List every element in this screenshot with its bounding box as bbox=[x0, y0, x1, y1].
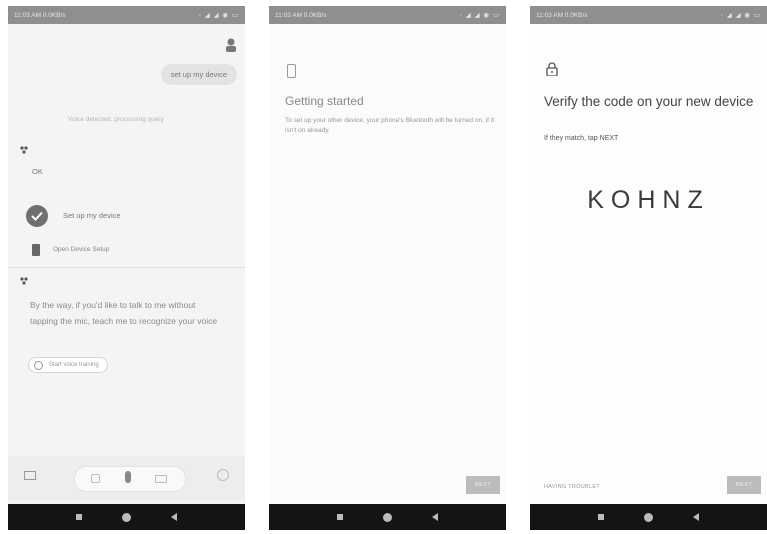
page-title: Getting started bbox=[285, 94, 364, 108]
keyboard-icon[interactable] bbox=[155, 475, 167, 483]
recents-button[interactable] bbox=[76, 514, 82, 520]
home-button[interactable] bbox=[383, 512, 392, 522]
start-voice-training-chip[interactable]: Start voice training bbox=[28, 357, 108, 373]
camera-icon[interactable] bbox=[91, 474, 100, 483]
verification-code: KOHNZ bbox=[587, 186, 710, 214]
page-subtitle: If they match, tap NEXT bbox=[544, 135, 619, 142]
back-button[interactable] bbox=[693, 513, 699, 521]
having-trouble-link[interactable]: HAVING TROUBLE? bbox=[544, 484, 600, 490]
open-device-setup-link[interactable]: Open Device Setup bbox=[53, 246, 109, 253]
nav-bar bbox=[269, 504, 506, 530]
divider bbox=[8, 267, 245, 268]
status-bar: 11:03 AM 0.0KB/s ◦ ◢ ◢ ◉ ▭ bbox=[530, 6, 767, 24]
back-button[interactable] bbox=[171, 513, 177, 521]
phone-screen-assistant: 11:03 AM 0.0KB/s ◦ ◢ ◢ ◉ ▭ set up my dev… bbox=[8, 6, 245, 530]
home-button[interactable] bbox=[122, 512, 131, 522]
lock-icon bbox=[546, 62, 558, 76]
status-bar: 11:03 AM 0.0KB/s ◦ ◢ ◢ ◉ ▭ bbox=[8, 6, 245, 24]
status-bar: 11:03 AM 0.0KB/s ◦ ◢ ◢ ◉ ▭ bbox=[269, 6, 506, 24]
status-icons: ◦ ◢ ◢ ◉ ▭ bbox=[720, 12, 761, 19]
voice-icon bbox=[34, 361, 43, 370]
phone-icon bbox=[32, 244, 40, 256]
status-time: 11:03 AM 0.0KB/s bbox=[275, 11, 327, 19]
input-pill bbox=[74, 466, 186, 492]
chip-label: Start voice training bbox=[49, 362, 99, 368]
status-time: 11:03 AM 0.0KB/s bbox=[14, 11, 66, 19]
recents-button[interactable] bbox=[598, 514, 604, 520]
keyboard-icon[interactable] bbox=[24, 471, 36, 480]
processing-note: Voice detected, processing query bbox=[68, 116, 164, 123]
next-button[interactable]: NEXT bbox=[727, 476, 761, 494]
phone-icon bbox=[287, 64, 296, 78]
status-icons: ◦ ◢ ◢ ◉ ▭ bbox=[198, 12, 239, 19]
assistant-voice-message: By the way, if you'd like to talk to me … bbox=[30, 300, 218, 326]
phone-screen-verify-code: 11:03 AM 0.0KB/s ◦ ◢ ◢ ◉ ▭ Verify the co… bbox=[530, 6, 767, 530]
check-icon bbox=[26, 205, 48, 227]
user-avatar-icon bbox=[226, 38, 236, 52]
setup-card-title: Set up my device bbox=[63, 211, 121, 220]
mic-icon[interactable] bbox=[125, 471, 131, 483]
page-title: Verify the code on your new device bbox=[544, 94, 754, 109]
assistant-input-bar bbox=[8, 456, 245, 500]
phone-screen-getting-started: 11:03 AM 0.0KB/s ◦ ◢ ◢ ◉ ▭ Getting start… bbox=[269, 6, 506, 530]
nav-bar bbox=[530, 504, 767, 530]
explore-icon[interactable] bbox=[217, 469, 229, 481]
page-body: To set up your other device, your phone'… bbox=[285, 117, 495, 134]
back-button[interactable] bbox=[432, 513, 438, 521]
home-button[interactable] bbox=[644, 512, 653, 522]
assistant-avatar-icon bbox=[20, 146, 28, 154]
user-message-bubble: set up my device bbox=[160, 64, 237, 85]
status-time: 11:03 AM 0.0KB/s bbox=[536, 11, 588, 19]
assistant-avatar-icon bbox=[20, 277, 28, 285]
next-button[interactable]: NEXT bbox=[466, 476, 500, 494]
nav-bar bbox=[8, 504, 245, 530]
status-icons: ◦ ◢ ◢ ◉ ▭ bbox=[459, 12, 500, 19]
assistant-reply: OK bbox=[32, 167, 43, 176]
assistant-conversation: set up my device Voice detected, process… bbox=[8, 24, 245, 504]
getting-started-page: Getting started To set up your other dev… bbox=[269, 24, 506, 504]
recents-button[interactable] bbox=[337, 514, 343, 520]
verify-code-page: Verify the code on your new device If th… bbox=[530, 24, 767, 504]
